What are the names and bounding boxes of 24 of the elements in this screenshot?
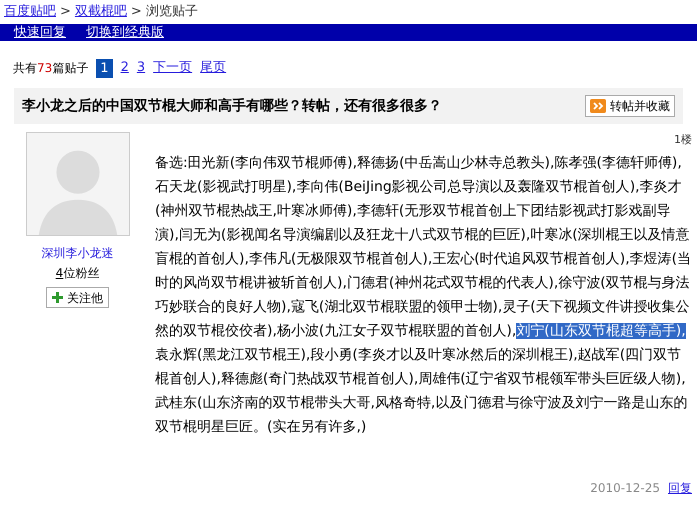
page-link[interactable]: 1 [96, 58, 113, 78]
repost-button[interactable]: 转帖并收藏 [585, 95, 675, 117]
breadcrumb-text: 浏览贴子 [146, 3, 198, 22]
author-name[interactable]: 深圳李小龙迷 [42, 244, 114, 262]
plus-icon [52, 292, 63, 303]
nav-link[interactable]: 快速回复 [14, 24, 66, 41]
follow-button[interactable]: 关注他 [46, 287, 109, 308]
nav-link[interactable]: 切换到经典版 [86, 24, 164, 41]
post-body: 备选:田光新(李向伟双节棍师傅),释德扬(中岳嵩山少林寺总教头),陈孝强(李德轩师傅),石天龙(影视武打明星),李向伟(BeiJing影视公司总导演以及轰隆双节棍首创人),李炎才(神州双节棍热战王,叶寒冰师傅),李德轩(无形双节棍首创上下团结影视武打影戏副导演),闫无为(影视闻名导演编剧以及狂龙十八式双节棍的巨匠),叶寒冰(深圳棍王以及情意盲棍的首创人),李伟凡(无极限双节棍首创人),王宏心(时代追风双节棍首创人),李煜涛(当时的风尚双节棍讲被斩首创人),门德君(神州花式双节棍的代表人),徐守波(双节棍与身法巧妙联合的良好人物),寇飞(湖北双节棍联盟的领甲士物),灵子(天下视频文件讲授收集公然的双节棍佼佼者),杨小波(九江女子双节棍联盟的首创人),刘宁(山东双节棍超等高手), 袁永辉(黑龙江双节棍王),段小勇(李炎才以及叶寒冰然后的深圳棍王),赵战军(四门双节棍首创人),释德彪(奇门热战双节棍首创人),周雄伟(辽宁省双节棍领军带头巨匠级人物),武桂东(山东济南的双节棍带头大哥,风格奇特,以及门德君与徐守波及刘宁一路是山东的双节棍明星巨匠。(实在另有许多,) [155, 154, 692, 436]
breadcrumb-link[interactable]: 双截棍吧 [74, 2, 127, 22]
reply-link[interactable]: 回复 [668, 478, 692, 496]
post-time: 2010-12-25 [590, 480, 660, 496]
forward-icon [590, 99, 606, 113]
page-link[interactable]: 尾页 [200, 58, 226, 78]
page-link[interactable]: 下一页 [153, 58, 192, 78]
fans-count: 4位粉丝 [56, 265, 100, 282]
breadcrumb-link[interactable]: 百度贴吧 [4, 2, 56, 22]
breadcrumb-text: > [60, 3, 71, 22]
post-count: 共有73篇贴子 [13, 60, 88, 77]
breadcrumb-text: > [130, 3, 142, 22]
thread-title: 李小龙之后的中国双节棍大师和高手有哪些？转帖，还有很多很多？ [22, 96, 442, 116]
page-link[interactable]: 2 [120, 58, 129, 78]
page-link[interactable]: 3 [136, 58, 146, 78]
floor-number: 1楼 [674, 132, 692, 148]
